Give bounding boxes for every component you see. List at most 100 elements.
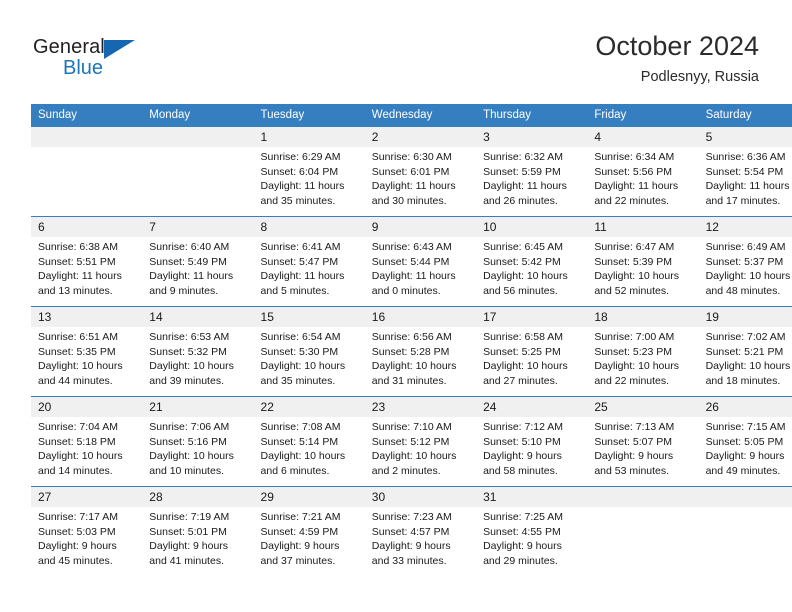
day-number: 22: [253, 397, 365, 417]
calendar-day-cell[interactable]: 26 Sunrise: 7:15 AM Sunset: 5:05 PM Dayligh…: [698, 396, 792, 487]
daylight-text-line2: and 30 minutes.: [371, 194, 447, 207]
sunset-text: Sunset: 5:07 PM: [594, 435, 672, 448]
daylight-text-line2: and 6 minutes.: [260, 464, 330, 477]
calendar-day-cell[interactable]: 21 Sunrise: 7:06 AM Sunset: 5:16 PM Dayligh…: [142, 396, 254, 487]
day-number: 16: [364, 307, 477, 327]
calendar-day-cell[interactable]: 27 Sunrise: 7:17 AM Sunset: 5:03 PM Dayligh…: [31, 486, 143, 576]
calendar-day-cell[interactable]: 19 Sunrise: 7:02 AM Sunset: 5:21 PM Dayligh…: [698, 306, 792, 397]
calendar-day-cell[interactable]: 4 Sunrise: 6:34 AM Sunset: 5:56 PM Daylight…: [587, 127, 699, 217]
calendar-day-cell[interactable]: 12 Sunrise: 6:49 AM Sunset: 5:37 PM Dayligh…: [698, 216, 792, 307]
daylight-text-line2: and 0 minutes.: [371, 284, 441, 297]
calendar-day-cell[interactable]: 20 Sunrise: 7:04 AM Sunset: 5:18 PM Dayligh…: [31, 396, 143, 487]
daylight-text-line1: Daylight: 10 hours: [260, 360, 346, 373]
day-number: 31: [476, 487, 588, 507]
sunset-text: Sunset: 5:37 PM: [705, 255, 784, 268]
calendar-cell-empty: [698, 486, 792, 576]
sunrise-text: Sunrise: 6:38 AM: [38, 241, 118, 253]
day-sun-info: Sunrise: 6:47 AM Sunset: 5:39 PM Daylight:…: [587, 237, 698, 298]
day-number: 26: [698, 397, 792, 417]
day-sun-info: Sunrise: 7:23 AM Sunset: 4:57 PM Daylight:…: [365, 507, 476, 568]
day-number: [142, 127, 254, 147]
sunrise-text: Sunrise: 7:13 AM: [594, 421, 675, 433]
day-sun-info: Sunrise: 6:29 AM Sunset: 6:04 PM Daylight:…: [254, 147, 365, 208]
daylight-text-line2: and 10 minutes.: [149, 464, 224, 477]
sunrise-text: Sunrise: 6:51 AM: [38, 331, 118, 343]
day-sun-info: Sunrise: 7:02 AM Sunset: 5:21 PM Daylight:…: [699, 327, 792, 388]
day-sun-info: Sunrise: 7:08 AM Sunset: 5:14 PM Daylight:…: [254, 417, 365, 478]
calendar-day-cell[interactable]: 30 Sunrise: 7:23 AM Sunset: 4:57 PM Dayligh…: [364, 486, 477, 576]
day-number: 7: [142, 217, 254, 237]
calendar-page: General Blue October 2024 Podlesnyy, Rus…: [0, 0, 792, 612]
daylight-text-line1: Daylight: 9 hours: [594, 450, 674, 463]
day-sun-info: Sunrise: 6:41 AM Sunset: 5:47 PM Daylight:…: [254, 237, 365, 298]
calendar-day-cell[interactable]: 24 Sunrise: 7:12 AM Sunset: 5:10 PM Dayligh…: [476, 396, 588, 487]
sunset-text: Sunset: 5:56 PM: [594, 165, 672, 178]
weekday-header-friday: Friday: [587, 104, 699, 127]
daylight-text-line2: and 53 minutes.: [594, 464, 670, 477]
sunrise-text: Sunrise: 7:19 AM: [149, 511, 230, 523]
day-sun-info: Sunrise: 7:17 AM Sunset: 5:03 PM Daylight:…: [31, 507, 142, 568]
day-number: 12: [698, 217, 792, 237]
calendar-day-cell[interactable]: 17 Sunrise: 6:58 AM Sunset: 5:25 PM Dayligh…: [476, 306, 588, 397]
daylight-text-line1: Daylight: 11 hours: [149, 270, 234, 283]
title-block: October 2024 Podlesnyy, Russia: [595, 30, 759, 86]
daylight-text-line1: Daylight: 10 hours: [705, 360, 791, 373]
sunrise-text: Sunrise: 6:54 AM: [260, 331, 341, 343]
day-number: 11: [587, 217, 699, 237]
calendar-week-row: 6 Sunrise: 6:38 AM Sunset: 5:51 PM Daylight…: [31, 216, 792, 307]
daylight-text-line2: and 22 minutes.: [594, 194, 670, 207]
calendar-day-cell[interactable]: 2 Sunrise: 6:30 AM Sunset: 6:01 PM Daylight…: [364, 127, 477, 217]
daylight-text-line1: Daylight: 11 hours: [371, 270, 456, 283]
sunrise-text: Sunrise: 6:40 AM: [149, 241, 230, 253]
calendar-day-cell[interactable]: 3 Sunrise: 6:32 AM Sunset: 5:59 PM Daylight…: [476, 127, 588, 217]
calendar-day-cell[interactable]: 18 Sunrise: 7:00 AM Sunset: 5:23 PM Dayligh…: [587, 306, 699, 397]
calendar-day-cell[interactable]: 31 Sunrise: 7:25 AM Sunset: 4:55 PM Dayligh…: [476, 486, 588, 576]
page-subtitle-location: Podlesnyy, Russia: [640, 69, 759, 85]
calendar-day-cell[interactable]: 13 Sunrise: 6:51 AM Sunset: 5:35 PM Dayligh…: [31, 306, 143, 397]
calendar-day-cell[interactable]: 8 Sunrise: 6:41 AM Sunset: 5:47 PM Daylight…: [253, 216, 365, 307]
calendar-day-cell[interactable]: 28 Sunrise: 7:19 AM Sunset: 5:01 PM Dayligh…: [142, 486, 254, 576]
calendar-day-cell[interactable]: 15 Sunrise: 6:54 AM Sunset: 5:30 PM Dayligh…: [253, 306, 365, 397]
calendar-day-cell[interactable]: 29 Sunrise: 7:21 AM Sunset: 4:59 PM Dayligh…: [253, 486, 365, 576]
page-header: General Blue October 2024 Podlesnyy, Rus…: [0, 0, 792, 100]
sunset-text: Sunset: 5:30 PM: [260, 345, 339, 358]
calendar-day-cell[interactable]: 16 Sunrise: 6:56 AM Sunset: 5:28 PM Dayligh…: [364, 306, 477, 397]
daylight-text-line2: and 18 minutes.: [705, 374, 781, 387]
calendar-day-cell[interactable]: 6 Sunrise: 6:38 AM Sunset: 5:51 PM Daylight…: [31, 216, 143, 307]
day-sun-info: Sunrise: 6:32 AM Sunset: 5:59 PM Daylight:…: [476, 147, 587, 208]
calendar-day-cell[interactable]: 25 Sunrise: 7:13 AM Sunset: 5:07 PM Dayligh…: [587, 396, 699, 487]
sunset-text: Sunset: 5:03 PM: [38, 525, 116, 538]
day-number: 21: [142, 397, 254, 417]
daylight-text-line2: and 35 minutes.: [260, 194, 336, 207]
day-sun-info: Sunrise: 6:36 AM Sunset: 5:54 PM Daylight:…: [699, 147, 792, 208]
daylight-text-line2: and 45 minutes.: [38, 554, 113, 567]
daylight-text-line1: Daylight: 11 hours: [38, 270, 122, 283]
daylight-text-line1: Daylight: 9 hours: [483, 540, 562, 553]
daylight-text-line2: and 49 minutes.: [705, 464, 781, 477]
calendar-day-cell[interactable]: 11 Sunrise: 6:47 AM Sunset: 5:39 PM Dayligh…: [587, 216, 699, 307]
daylight-text-line2: and 14 minutes.: [38, 464, 113, 477]
day-number: 2: [364, 127, 477, 147]
calendar-day-cell[interactable]: 14 Sunrise: 6:53 AM Sunset: 5:32 PM Dayligh…: [142, 306, 254, 397]
daylight-text-line2: and 56 minutes.: [483, 284, 558, 297]
daylight-text-line1: Daylight: 9 hours: [38, 540, 117, 553]
day-number: 3: [476, 127, 588, 147]
calendar-day-cell[interactable]: 7 Sunrise: 6:40 AM Sunset: 5:49 PM Daylight…: [142, 216, 254, 307]
sunset-text: Sunset: 5:39 PM: [594, 255, 672, 268]
day-number: 4: [587, 127, 699, 147]
calendar-day-cell[interactable]: 23 Sunrise: 7:10 AM Sunset: 5:12 PM Dayligh…: [364, 396, 477, 487]
logo-text-general: General: [33, 36, 105, 58]
calendar-day-cell[interactable]: 22 Sunrise: 7:08 AM Sunset: 5:14 PM Dayligh…: [253, 396, 365, 487]
daylight-text-line1: Daylight: 11 hours: [705, 180, 790, 193]
calendar-cell-empty: [587, 486, 699, 576]
sunrise-text: Sunrise: 7:00 AM: [594, 331, 675, 343]
calendar-day-cell[interactable]: 9 Sunrise: 6:43 AM Sunset: 5:44 PM Daylight…: [364, 216, 477, 307]
calendar-day-cell[interactable]: 10 Sunrise: 6:45 AM Sunset: 5:42 PM Dayligh…: [476, 216, 588, 307]
day-number: 6: [31, 217, 143, 237]
calendar-day-cell[interactable]: 5 Sunrise: 6:36 AM Sunset: 5:54 PM Daylight…: [698, 127, 792, 217]
daylight-text-line1: Daylight: 10 hours: [594, 270, 679, 283]
weekday-header-wednesday: Wednesday: [364, 104, 477, 127]
calendar-day-cell[interactable]: 1 Sunrise: 6:29 AM Sunset: 6:04 PM Daylight…: [253, 127, 365, 217]
day-sun-info: Sunrise: 7:25 AM Sunset: 4:55 PM Daylight:…: [476, 507, 587, 568]
day-sun-info: Sunrise: 7:15 AM Sunset: 5:05 PM Daylight:…: [699, 417, 792, 478]
